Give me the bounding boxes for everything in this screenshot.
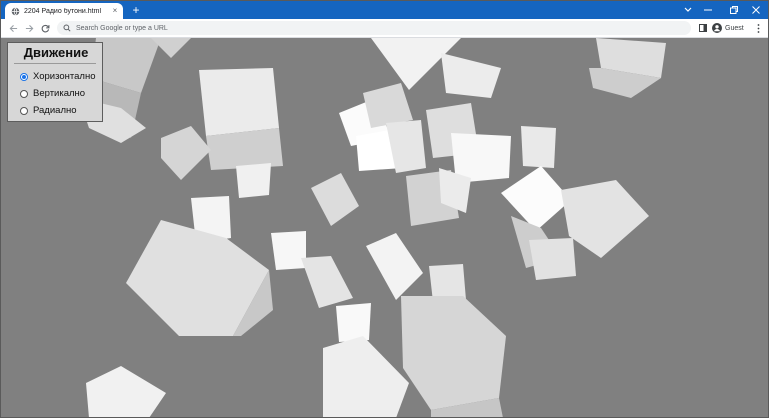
radio-button-vertical[interactable] bbox=[20, 89, 28, 98]
movement-radio-panel: Движение Хоризонтално Вертикално Радиалн… bbox=[7, 42, 103, 122]
radio-label-radial: Радиално bbox=[33, 105, 77, 116]
reload-icon[interactable] bbox=[37, 19, 53, 37]
radio-label-horizontal: Хоризонтално bbox=[33, 71, 96, 82]
cube-scene-canvas bbox=[1, 38, 768, 417]
browser-toolbar: Search Google or type a URL Guest bbox=[1, 19, 768, 38]
side-panel-icon[interactable] bbox=[697, 19, 709, 37]
tab-title: 2204 Радио бутони.html bbox=[24, 7, 101, 15]
close-window-icon[interactable] bbox=[743, 1, 768, 19]
google-g-icon bbox=[63, 24, 71, 32]
radio-option-horizontal[interactable]: Хоризонтално bbox=[20, 71, 95, 82]
address-bar[interactable]: Search Google or type a URL bbox=[57, 21, 691, 35]
radio-button-horizontal[interactable] bbox=[20, 72, 28, 81]
cube-scene-graphic bbox=[79, 38, 666, 417]
radio-button-radial[interactable] bbox=[20, 106, 28, 115]
radio-label-vertical: Вертикално bbox=[33, 88, 86, 99]
browser-window: 2204 Радио бутони.html × + Search Google… bbox=[0, 0, 769, 418]
radio-option-radial[interactable]: Радиално bbox=[20, 105, 77, 116]
panel-divider bbox=[14, 63, 96, 64]
minimize-icon[interactable] bbox=[695, 1, 721, 19]
tab-bar: 2204 Радио бутони.html × + bbox=[1, 1, 768, 19]
address-placeholder: Search Google or type a URL bbox=[76, 24, 168, 32]
panel-title: Движение bbox=[23, 45, 89, 60]
new-tab-button[interactable]: + bbox=[129, 3, 143, 17]
radio-option-vertical[interactable]: Вертикално bbox=[20, 88, 85, 99]
profile-label: Guest bbox=[725, 24, 744, 32]
close-tab-icon[interactable]: × bbox=[109, 6, 121, 16]
back-icon[interactable] bbox=[5, 19, 21, 37]
forward-icon[interactable] bbox=[21, 19, 37, 37]
globe-icon bbox=[11, 6, 20, 16]
profile-button[interactable]: Guest bbox=[712, 19, 748, 37]
profile-avatar-icon bbox=[712, 23, 722, 33]
menu-dots-icon[interactable] bbox=[753, 19, 763, 37]
tab-active[interactable]: 2204 Радио бутони.html × bbox=[5, 3, 123, 19]
